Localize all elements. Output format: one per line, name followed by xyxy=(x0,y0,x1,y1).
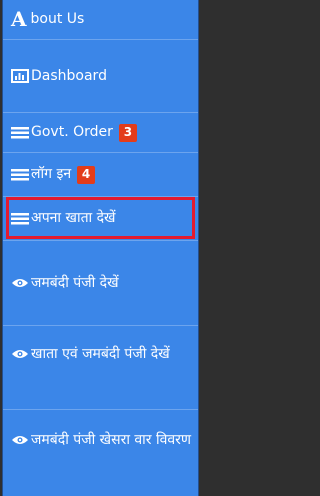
bar-chart-icon xyxy=(11,69,29,83)
sidebar-item-label: खाता एवं जमबंदी पंजी देखें xyxy=(31,346,170,362)
list-icon xyxy=(11,212,29,226)
sidebar-item-about-us[interactable]: A bout Us xyxy=(3,0,198,40)
sidebar-item-label: अपना खाता देखें xyxy=(31,210,116,227)
sidebar-item-view-jamabandi-register[interactable]: जमबंदी पंजी देखें xyxy=(3,241,198,326)
list-icon xyxy=(11,168,29,182)
sidebar-item-label: bout Us xyxy=(30,11,85,28)
sidebar-item-jamabandi-khesra-details[interactable]: जमबंदी पंजी खेसरा वार विवरण xyxy=(3,410,198,496)
sidebar-item-login[interactable]: लॉग इन 4 xyxy=(3,153,198,197)
sidebar-item-label: जमबंदी पंजी खेसरा वार विवरण xyxy=(31,432,192,448)
sidebar-item-label: Dashboard xyxy=(31,67,107,84)
eye-icon xyxy=(11,348,29,360)
count-badge: 3 xyxy=(118,123,137,142)
sidebar-item-label: लॉग इन xyxy=(31,166,72,183)
sidebar-item-govt-order[interactable]: Govt. Order 3 xyxy=(3,113,198,153)
eye-icon xyxy=(11,277,29,289)
sidebar-item-label: जमबंदी पंजी देखें xyxy=(31,274,119,291)
sidebar-item-label: Govt. Order xyxy=(31,124,113,141)
list-icon xyxy=(11,126,29,140)
eye-icon xyxy=(11,434,29,446)
sidebar-menu: A bout Us Dashboard Govt. Order 3 लॉग इन… xyxy=(2,0,199,496)
sidebar-item-view-khata-and-jamabandi[interactable]: खाता एवं जमबंदी पंजी देखें xyxy=(3,326,198,410)
count-badge: 4 xyxy=(77,165,96,184)
about-us-initial: A xyxy=(11,7,27,31)
sidebar-item-dashboard[interactable]: Dashboard xyxy=(3,40,198,113)
sidebar-item-view-own-account[interactable]: अपना खाता देखें xyxy=(3,197,198,241)
